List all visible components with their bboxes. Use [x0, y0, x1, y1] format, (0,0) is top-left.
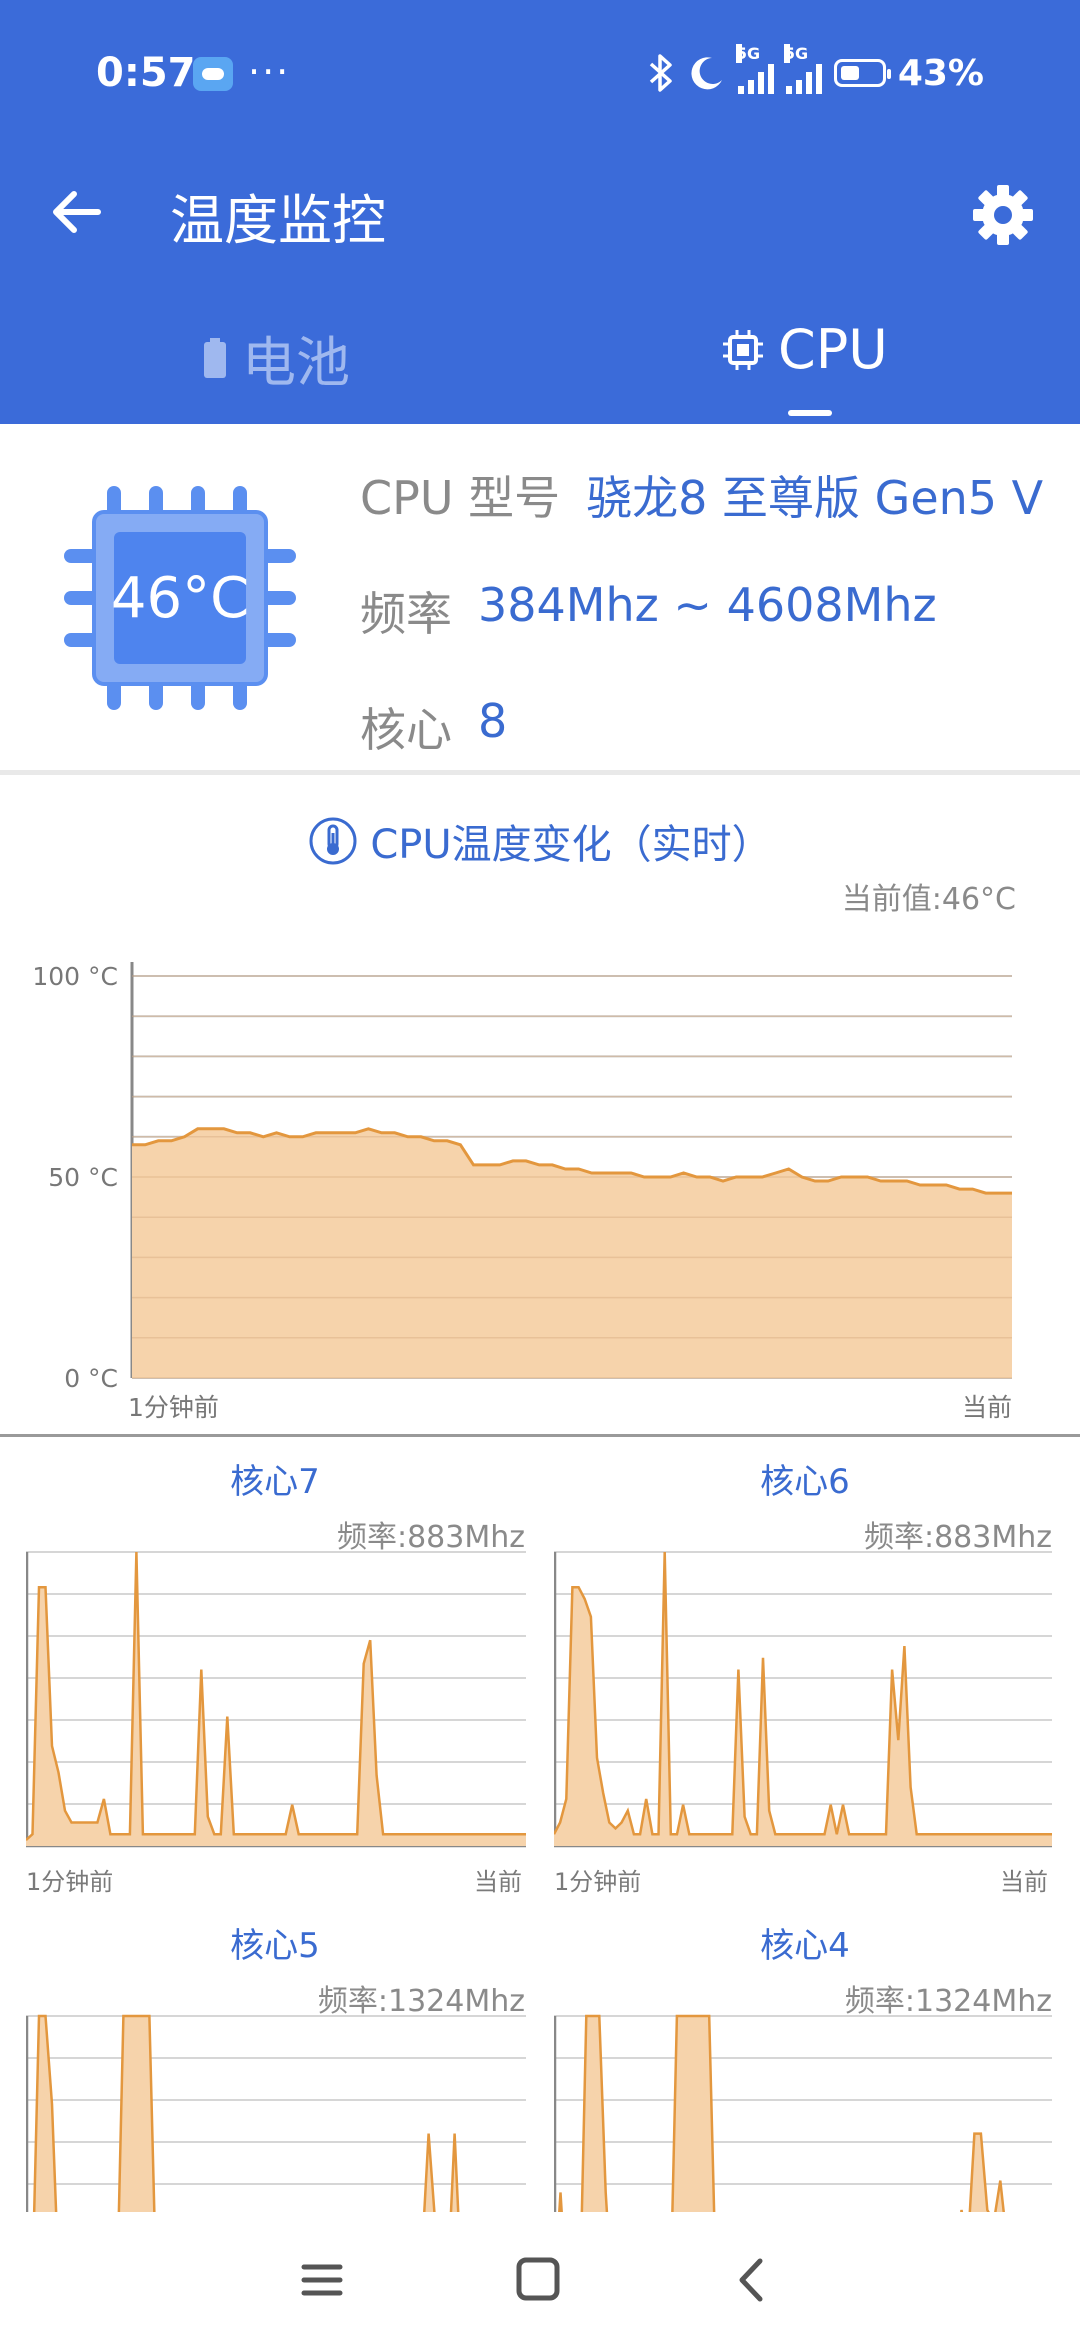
core-6-chart [554, 1551, 1052, 1848]
cpu-model-value: 骁龙8 至尊版 Gen5 V [586, 471, 1044, 525]
temperature-area [132, 1128, 1012, 1378]
cell-signal-2-icon: 5G [783, 44, 822, 94]
cpu-temperature-chart: 100 °C 50 °C 0 °C 1分钟前 当前 [32, 962, 1012, 1422]
status-icons: 5G 5G 43% [646, 44, 984, 94]
tab-battery-label: 电池 [242, 331, 350, 394]
cpu-frequency-label: 频率 [360, 587, 452, 641]
core-6-axis-end: 当前 [1000, 1868, 1048, 1896]
page-title: 温度监控 [170, 189, 386, 252]
cpu-cores-value: 8 [478, 694, 508, 748]
status-time: 0:57 [96, 50, 196, 96]
core-6-axis-start: 1分钟前 [554, 1868, 642, 1896]
tab-indicator [788, 410, 832, 416]
divider [0, 1434, 1080, 1437]
cpu-model-label: CPU 型号 [360, 471, 561, 525]
battery-percent: 43% [897, 52, 984, 94]
core-load-area [554, 1552, 1052, 1846]
back-nav-icon[interactable] [722, 2255, 782, 2305]
x-axis-end-label: 当前 [962, 1393, 1012, 1422]
chart-title-text: CPU温度变化（实时） [370, 822, 772, 868]
y-tick-label: 50 °C [48, 1163, 118, 1192]
tab-cpu[interactable]: CPU [722, 318, 888, 381]
signal-type-label: 5G [783, 44, 809, 63]
cpu-cores-label: 核心 [360, 703, 452, 757]
menu-icon[interactable] [292, 2255, 352, 2305]
battery-icon [833, 59, 891, 87]
cloud-notification-icon [193, 57, 233, 91]
tab-cpu-label: CPU [778, 318, 888, 381]
core-7-title: 核心7 [230, 1462, 320, 1502]
signal-type-label: 5G [735, 44, 761, 63]
cpu-model-row: CPU 型号 骁龙8 至尊版 Gen5 V [360, 462, 1043, 528]
bluetooth-icon [649, 54, 672, 92]
chart-title: CPU温度变化（实时） [0, 812, 1080, 870]
home-icon[interactable] [508, 2255, 568, 2305]
cell-signal-1-icon: 5G [735, 44, 774, 94]
core-7-axis-start: 1分钟前 [26, 1868, 114, 1896]
core-7-chart [26, 1551, 526, 1848]
settings-gear-icon[interactable] [968, 180, 1038, 250]
more-notifications-icon: ··· [248, 50, 291, 94]
back-arrow-icon[interactable] [46, 180, 110, 244]
cpu-frequency-value: 384Mhz ~ 4608Mhz [478, 578, 937, 632]
core-4-title: 核心4 [760, 1926, 850, 1966]
cpu-chip-tab-icon [723, 329, 763, 370]
thermometer-icon [309, 817, 357, 865]
y-tick-label: 0 °C [64, 1364, 118, 1393]
y-tick-label: 100 °C [32, 962, 118, 991]
core-6-title: 核心6 [760, 1462, 850, 1502]
cpu-temperature: 46°C [110, 565, 250, 631]
core-load-area [26, 1552, 526, 1846]
cpu-frequency-row: 频率 384Mhz ~ 4608Mhz [360, 578, 937, 644]
app-header: 0:57 ··· 5G 5G 43% 温度监控 电池 CPU [0, 0, 1080, 424]
battery-tab-icon [204, 337, 226, 378]
core-7-axis-end: 当前 [474, 1868, 522, 1896]
core-load-line [26, 1551, 526, 1842]
current-temperature: 当前值:46°C [841, 882, 1016, 917]
divider [0, 770, 1080, 775]
core-5-title: 核心5 [230, 1926, 320, 1966]
tab-battery[interactable]: 电池 [202, 318, 350, 397]
do-not-disturb-moon-icon [691, 57, 722, 90]
x-axis-start-label: 1分钟前 [128, 1393, 219, 1422]
cpu-cores-row: 核心 8 [360, 694, 507, 760]
